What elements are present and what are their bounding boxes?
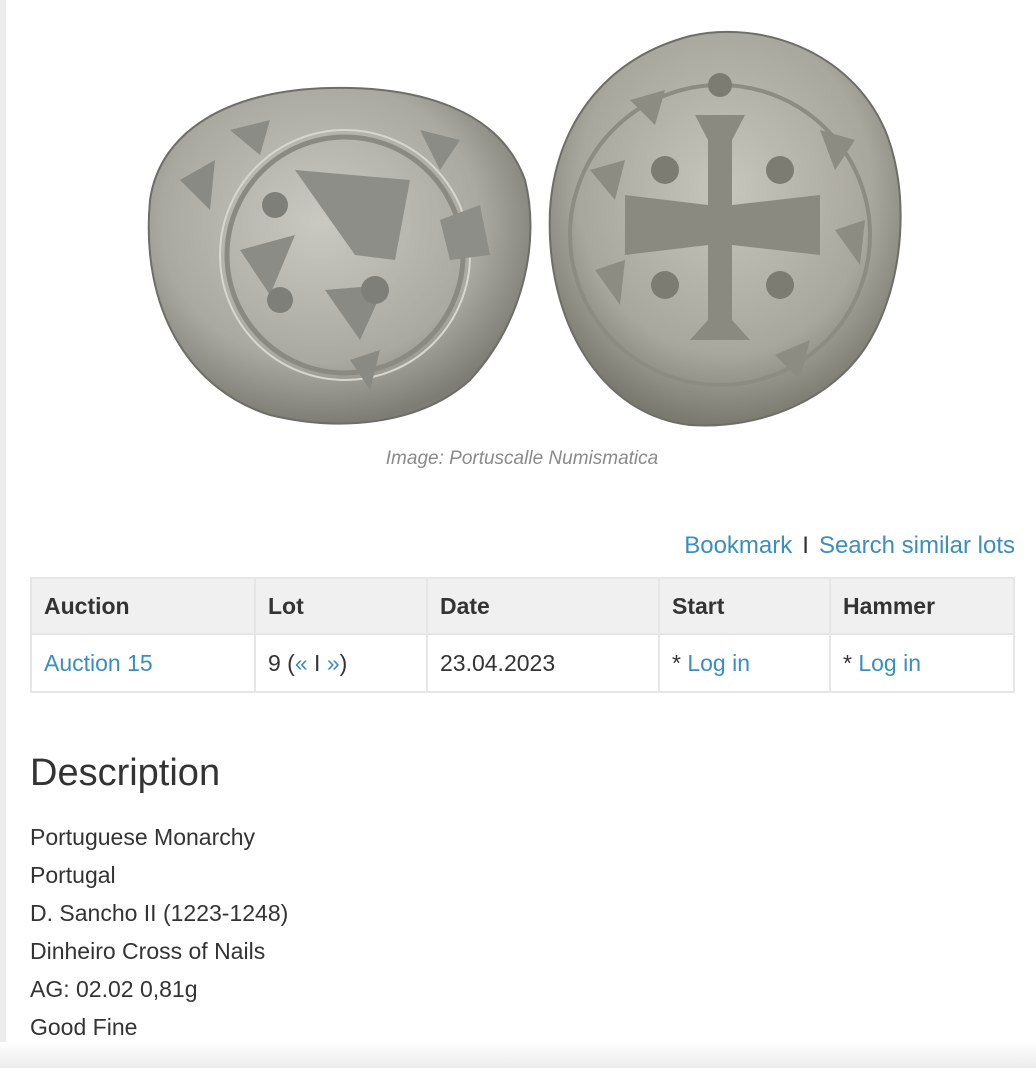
header-lot: Lot (254, 577, 428, 635)
coin-image[interactable] (0, 0, 1036, 445)
coin-photo (147, 30, 902, 427)
header-auction: Auction (30, 577, 256, 635)
cell-hammer: * Log in (829, 633, 1015, 693)
lot-nav-separator: I (307, 649, 327, 676)
start-login-link[interactable]: Log in (687, 650, 750, 676)
header-start: Start (658, 577, 831, 635)
lot-close-paren: ) (339, 649, 348, 676)
action-separator: I (802, 532, 809, 559)
next-lot-link[interactable]: » (327, 650, 340, 676)
cell-start: * Log in (658, 633, 831, 693)
bookmark-link[interactable]: Bookmark (684, 532, 792, 559)
obverse-coin (147, 86, 532, 425)
table-row: Auction 15 9 (« I ») 23.04.2023 * Log in… (30, 633, 1015, 693)
description-heading: Description (30, 752, 221, 794)
image-credit: Image: Portuscalle Numismatica (385, 448, 659, 469)
search-similar-lots-link[interactable]: Search similar lots (819, 532, 1015, 559)
lot-actions: Bookmark I Search similar lots (684, 532, 1015, 560)
previous-lot-link[interactable]: « (295, 650, 308, 676)
auction-link[interactable]: Auction 15 (44, 650, 153, 676)
start-prefix: * (672, 649, 688, 676)
lot-number: 9 ( (268, 649, 295, 676)
header-date: Date (426, 577, 660, 635)
cell-auction: Auction 15 (30, 633, 256, 693)
description-line: AG: 02.02 0,81g (30, 976, 198, 1002)
description-line: D. Sancho II (1223-1248) (30, 900, 289, 926)
table-header-row: Auction Lot Date Start Hammer (30, 577, 1015, 635)
description-line: Good Fine (30, 1014, 138, 1040)
description-line: Portuguese Monarchy (30, 824, 256, 850)
hammer-login-link[interactable]: Log in (858, 650, 921, 676)
description-line: Portugal (30, 862, 116, 888)
description-line: Dinheiro Cross of Nails (30, 938, 266, 964)
cell-date: 23.04.2023 (426, 633, 660, 693)
lot-table: Auction Lot Date Start Hammer Auction 15… (30, 577, 1015, 693)
hammer-prefix: * (843, 649, 859, 676)
cell-lot: 9 (« I ») (254, 633, 428, 693)
header-hammer: Hammer (829, 577, 1015, 635)
reverse-coin (548, 30, 902, 427)
description-body: Portuguese Monarchy Portugal D. Sancho I… (30, 818, 288, 1046)
page-bottom-shadow (0, 1042, 1036, 1068)
